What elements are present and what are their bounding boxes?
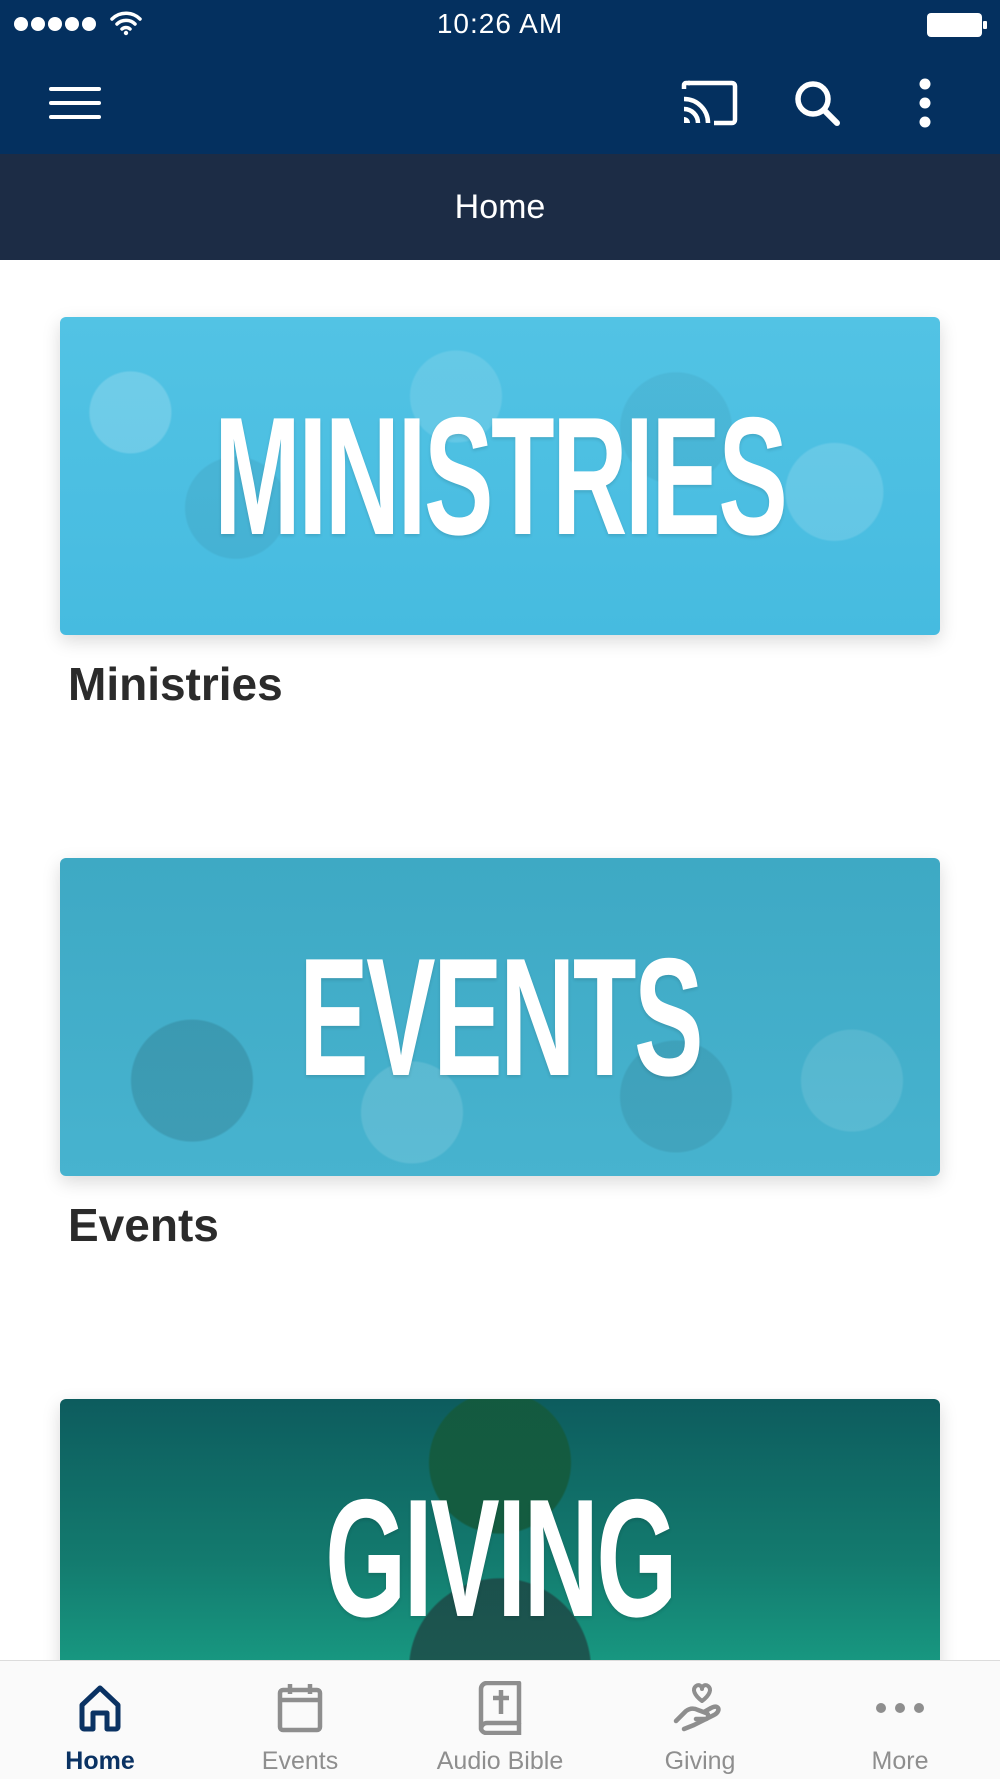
app-bar [0,50,1000,154]
tab-audio-bible[interactable]: Audio Bible [400,1661,600,1779]
events-card-title[interactable]: Events [68,1198,940,1252]
battery-icon [926,12,988,43]
more-vert-icon[interactable] [894,72,956,134]
bible-icon [471,1679,529,1737]
cast-icon[interactable] [678,72,740,134]
ministries-banner-image[interactable]: MINISTRIES [60,317,940,635]
calendar-icon [271,1679,329,1737]
tab-home[interactable]: Home [0,1661,200,1779]
page-title-bar: Home [0,154,1000,260]
tab-more[interactable]: More [800,1661,1000,1779]
giving-banner-text: GIVING [325,1463,677,1652]
events-banner-text: EVENTS [299,922,703,1111]
tab-giving[interactable]: Giving [600,1661,800,1779]
events-banner-image[interactable]: EVENTS [60,858,940,1176]
giving-hand-icon [671,1679,729,1737]
search-icon[interactable] [786,72,848,134]
tab-home-label: Home [65,1747,135,1775]
bottom-tab-bar: Home Events Audio Bible Giving More [0,1660,1000,1779]
status-time: 10:26 AM [436,8,564,39]
home-icon [71,1679,129,1737]
page-title: Home [454,187,546,226]
giving-banner-image[interactable]: GIVING [60,1399,940,1660]
ministries-card-title[interactable]: Ministries [68,657,940,711]
tab-giving-label: Giving [664,1747,736,1775]
menu-icon[interactable] [44,72,106,134]
ministries-banner-text: MINISTRIES [214,381,788,570]
events-card[interactable]: EVENTS Events [60,858,940,1252]
tab-audio-bible-label: Audio Bible [436,1747,564,1775]
tab-events-label: Events [261,1747,339,1775]
tab-more-label: More [871,1747,929,1775]
content-list[interactable]: MINISTRIES Ministries EVENTS Events GIVI… [0,260,1000,1660]
giving-card[interactable]: GIVING [60,1399,940,1660]
tab-events[interactable]: Events [200,1661,400,1779]
status-bar: 10:26 AM [0,0,1000,50]
more-horiz-icon [871,1679,929,1737]
ministries-card[interactable]: MINISTRIES Ministries [60,317,940,711]
